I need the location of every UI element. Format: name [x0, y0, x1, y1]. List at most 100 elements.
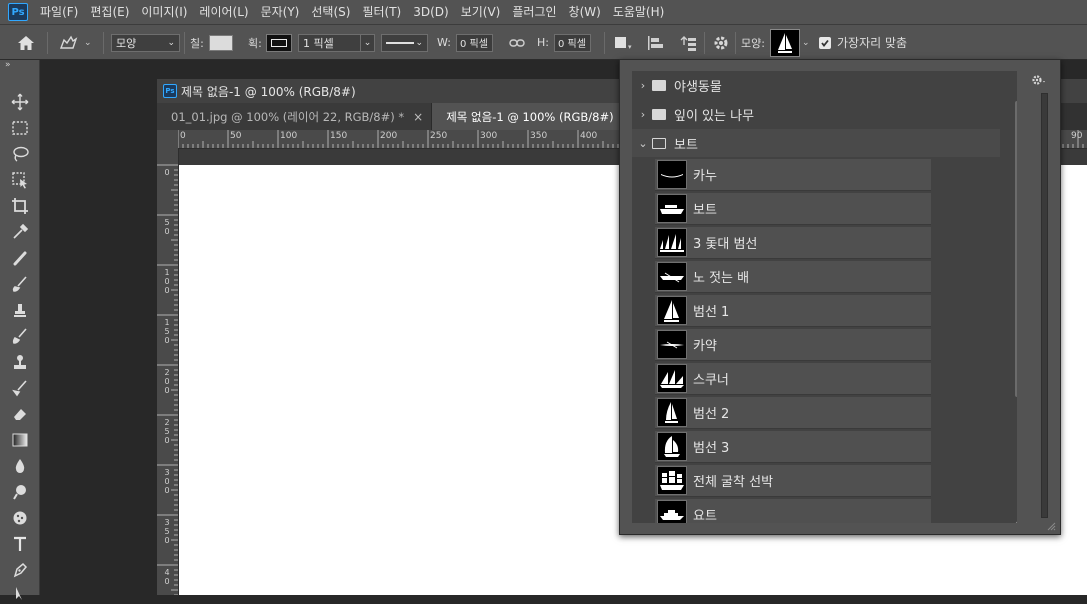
shape-kayak[interactable]: 카약 [655, 329, 931, 361]
chevron-right-icon[interactable]: › [636, 108, 650, 121]
shape-sailboat-3[interactable]: 범선 3 [655, 431, 931, 463]
menu-help[interactable]: 도움말(H) [607, 0, 671, 24]
double-chevron-icon[interactable]: » [5, 60, 11, 70]
menu-window[interactable]: 창(W) [563, 0, 607, 24]
vertical-ruler[interactable]: 0 5 0 1 0 0 1 5 0 2 0 0 2 5 0 3 0 0 3 5 … [157, 148, 179, 595]
ruler-label: 2 0 0 [164, 368, 170, 395]
sponge-tool-icon[interactable] [8, 507, 32, 529]
lasso-tool-icon[interactable] [8, 143, 32, 165]
menu-3d[interactable]: 3D(D) [407, 0, 454, 24]
ruler-label: 100 [280, 131, 298, 141]
width-label: W: [437, 36, 451, 49]
folder-boats[interactable]: ⌄ 보트 [632, 129, 1000, 157]
ruler-label: 250 [430, 131, 448, 141]
menu-file[interactable]: 파일(F) [34, 0, 84, 24]
blur-tool-icon[interactable] [8, 455, 32, 477]
chevron-down-icon: ⌄ [84, 37, 92, 48]
home-icon[interactable] [17, 25, 35, 60]
eraser-tool-icon[interactable] [8, 403, 32, 425]
clone-stamp-tool-icon[interactable] [8, 299, 32, 321]
shape-yacht[interactable]: 요트 [655, 499, 931, 523]
menu-image[interactable]: 이미지(I) [135, 0, 193, 24]
eyedropper-tool-icon[interactable] [8, 221, 32, 243]
marquee-tool-icon[interactable] [8, 117, 32, 139]
chevron-right-icon[interactable]: › [636, 79, 650, 92]
resize-grip-icon[interactable] [1046, 520, 1056, 534]
close-icon[interactable]: × [413, 110, 423, 124]
shape-list-scroll-thumb[interactable] [1015, 101, 1017, 397]
panel-scrollbar[interactable] [1041, 93, 1048, 518]
rowboat-icon [657, 262, 687, 291]
ruler-label: 1 0 0 [164, 268, 170, 295]
folder-icon [652, 108, 666, 120]
ruler-label: 0 [180, 131, 186, 141]
path-alignment-icon[interactable] [646, 25, 664, 60]
healing-brush-tool-icon[interactable] [8, 247, 32, 269]
custom-shape-tool-preset-icon[interactable]: ⌄ [58, 25, 92, 60]
width-input[interactable]: 0 픽셀 [455, 33, 493, 52]
ruler-label: 3 5 0 [164, 518, 170, 545]
move-tool-icon[interactable] [8, 91, 32, 113]
shape-sailboat-1[interactable]: 범선 1 [655, 295, 931, 327]
align-edges-checkbox[interactable] [819, 36, 831, 49]
type-tool-icon[interactable] [8, 533, 32, 555]
menu-type[interactable]: 문자(Y) [255, 0, 306, 24]
path-selection-tool-icon[interactable] [8, 582, 32, 604]
shape-three-mast-sailboat[interactable]: 3 돛대 범선 [655, 227, 931, 259]
menu-select[interactable]: 선택(S) [305, 0, 356, 24]
menu-edit[interactable]: 편집(E) [84, 0, 135, 24]
ruler-label: 400 [580, 131, 598, 141]
shape-full-rigged-ship[interactable]: 전체 굴착 선박 [655, 465, 931, 497]
chevron-down-icon[interactable]: ⌄ [636, 137, 650, 150]
crop-tool-icon[interactable] [8, 195, 32, 217]
art-history-brush-icon[interactable] [8, 377, 32, 399]
three-mast-sailboat-icon [657, 228, 687, 257]
brush-tool-icon[interactable] [8, 273, 32, 295]
chevron-down-icon[interactable]: ⌄ [802, 38, 810, 48]
sailboat-icon [777, 32, 792, 53]
shape-schooner[interactable]: 스쿠너 [655, 363, 931, 395]
shape-canoe[interactable]: 카누 [655, 159, 931, 191]
gear-icon[interactable] [1031, 74, 1047, 89]
tab-untitled-1[interactable]: 제목 없음-1 @ 100% (RGB/8#) × [432, 103, 642, 130]
menu-view[interactable]: 보기(V) [455, 0, 507, 24]
object-selection-tool-icon[interactable] [8, 169, 32, 191]
gradient-tool-icon[interactable] [8, 429, 32, 451]
full-rigged-ship-icon [657, 466, 687, 495]
ruler-label: 4 0 [164, 568, 170, 586]
chevron-down-icon[interactable]: ⌄ [1014, 517, 1017, 523]
stroke-swatch[interactable] [265, 33, 292, 52]
menu-plugins[interactable]: 플러그인 [506, 0, 562, 24]
fill-label: 칠: [190, 36, 204, 50]
gear-icon[interactable] [712, 25, 730, 60]
check-icon [821, 39, 829, 47]
document-title: 제목 없음-1 @ 100% (RGB/8#) [181, 84, 356, 99]
path-arrangement-icon[interactable] [678, 25, 698, 60]
stamp-tool-icon[interactable] [8, 351, 32, 373]
history-brush-tool-icon[interactable] [8, 325, 32, 347]
tool-mode-select[interactable]: 모양 ⌄ [111, 33, 180, 52]
fill-swatch[interactable] [208, 34, 233, 51]
tab-01-01-jpg[interactable]: 01_01.jpg @ 100% (레이어 22, RGB/8#) * × [157, 103, 433, 130]
height-input[interactable]: 0 픽셀 [553, 33, 591, 52]
photoshop-logo-icon: Ps [8, 3, 28, 21]
path-operations-icon[interactable]: ▾ [615, 25, 632, 60]
stroke-type-select[interactable]: ⌄ [381, 33, 428, 52]
shape-sailboat-2[interactable]: 범선 2 [655, 397, 931, 429]
shape-rowboat[interactable]: 노 젓는 배 [655, 261, 931, 293]
sailboat-icon [657, 432, 687, 461]
pen-tool-icon[interactable] [8, 559, 32, 581]
menu-filter[interactable]: 필터(T) [356, 0, 407, 24]
shape-preview-swatch[interactable] [769, 28, 800, 57]
folder-leafy-trees[interactable]: › 잎이 있는 나무 [632, 100, 1000, 128]
sailboat-icon [657, 398, 687, 427]
options-bar: ⌄ 모양 ⌄ 칠: 획: 1 픽셀 ⌄ ⌄ W: 0 픽셀 H: 0 픽셀 ▾ … [0, 24, 1087, 60]
ruler-label: 350 [530, 131, 548, 141]
dodge-tool-icon[interactable] [8, 481, 32, 503]
menu-layer[interactable]: 레이어(L) [193, 0, 254, 24]
ruler-origin[interactable] [157, 130, 178, 148]
stroke-width-field[interactable]: 1 픽셀 ⌄ [298, 33, 375, 52]
folder-wildlife[interactable]: › 야생동물 [632, 71, 1000, 99]
link-icon[interactable] [509, 25, 525, 60]
shape-boat[interactable]: 보트 [655, 193, 931, 225]
